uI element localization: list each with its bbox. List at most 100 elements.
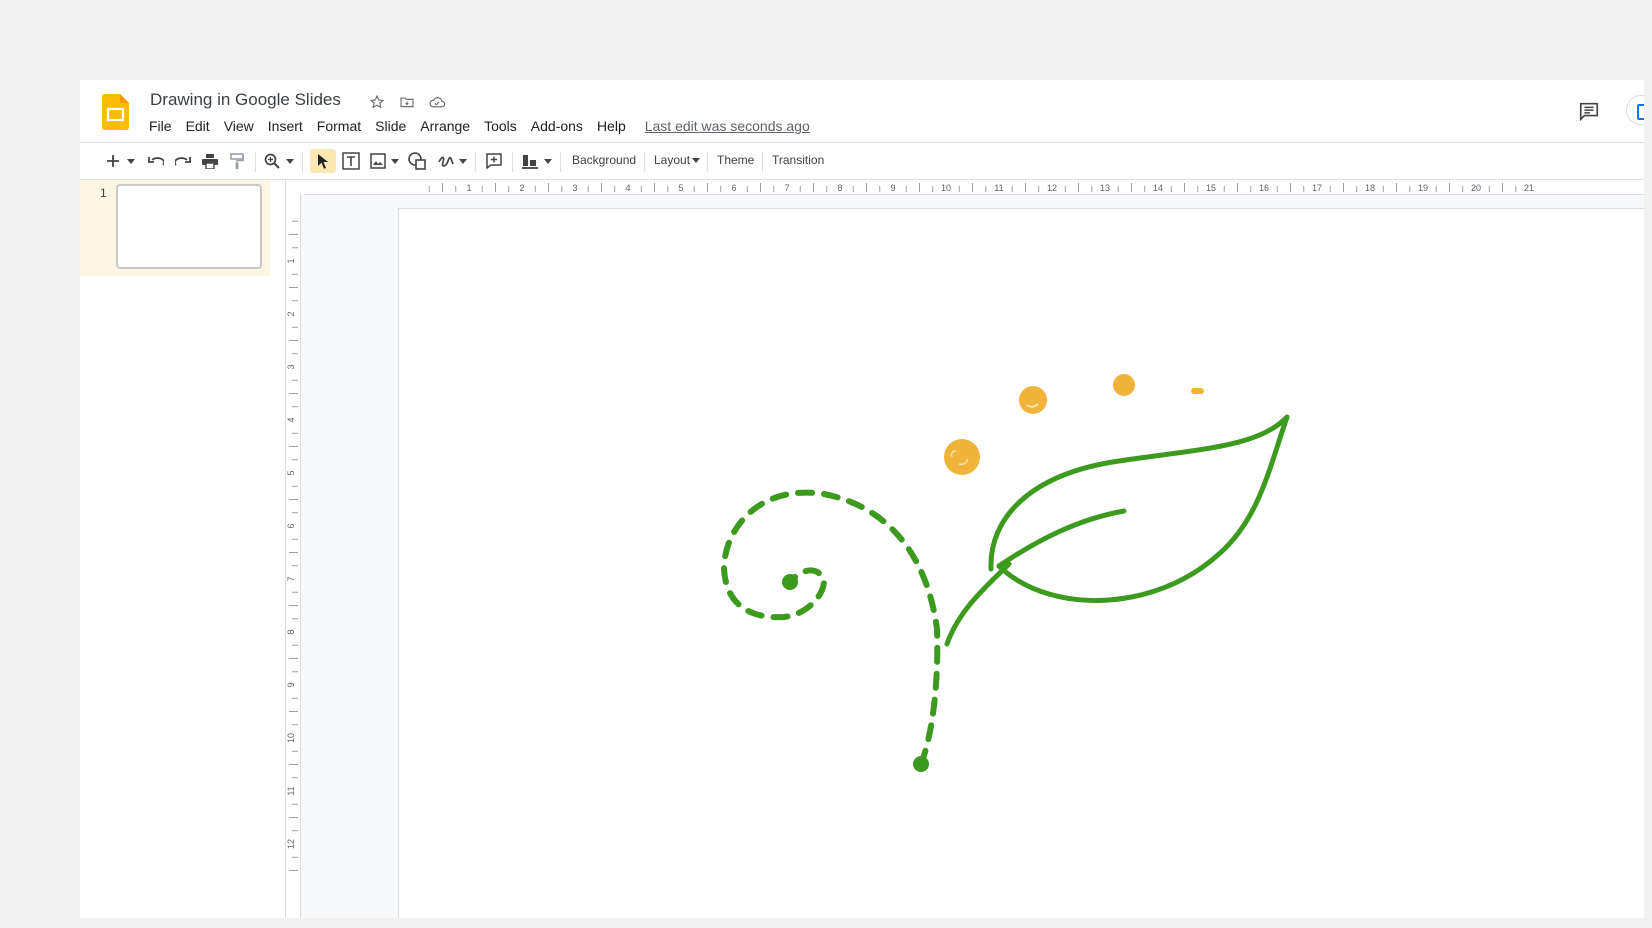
leaf-vein-drawing[interactable] [996, 508, 1127, 569]
paint-format-icon [230, 153, 244, 169]
text-box-icon [342, 152, 360, 170]
layout-button[interactable]: Layout [654, 153, 701, 167]
slide-filmstrip: 1 [80, 180, 286, 918]
ruler-label: 16 [1259, 183, 1269, 193]
menu-arrange[interactable]: Arrange [413, 116, 477, 136]
layout-label: Layout [654, 153, 691, 167]
ruler-label: 6 [286, 523, 296, 528]
vertical-ruler[interactable]: 123456789101112 [286, 194, 301, 918]
menu-insert[interactable]: Insert [261, 116, 310, 136]
ruler-label: 1 [466, 183, 471, 193]
menu-bar: File Edit View Insert Format Slide Arran… [142, 116, 810, 136]
undo-button[interactable] [144, 149, 168, 173]
select-tool-button[interactable] [310, 149, 336, 173]
zoom-dropdown[interactable] [284, 149, 296, 173]
ruler-label: 13 [1100, 183, 1110, 193]
ruler-label: 9 [286, 682, 296, 687]
menu-file[interactable]: File [142, 116, 179, 136]
menu-view[interactable]: View [217, 116, 261, 136]
ruler-label: 1 [286, 258, 296, 263]
dashed-vine-drawing[interactable] [720, 489, 941, 767]
redo-button[interactable] [171, 149, 195, 173]
orange-dot-1[interactable] [944, 439, 980, 475]
theme-button[interactable]: Theme [717, 153, 754, 167]
comments-button[interactable] [1576, 98, 1602, 124]
orange-dash[interactable] [1191, 388, 1204, 394]
select-cursor-icon [318, 154, 328, 169]
slides-logo-icon[interactable] [102, 94, 129, 130]
filmstrip-selected-item[interactable]: 1 [80, 180, 270, 276]
ruler-label: 4 [625, 183, 630, 193]
undo-icon [148, 157, 164, 166]
align-button[interactable] [518, 149, 542, 173]
slide-thumbnail[interactable] [116, 184, 262, 269]
menu-edit[interactable]: Edit [179, 116, 217, 136]
ruler-label: 7 [286, 576, 296, 581]
menu-slide[interactable]: Slide [368, 116, 413, 136]
chevron-down-icon [391, 158, 399, 164]
zoom-button[interactable] [261, 149, 283, 173]
align-icon [522, 155, 538, 169]
plus-icon [107, 155, 119, 167]
document-title[interactable]: Drawing in Google Slides [150, 90, 341, 110]
transition-button[interactable]: Transition [772, 153, 824, 167]
shape-button[interactable] [405, 149, 429, 173]
comment-history-icon [1579, 102, 1599, 122]
paint-format-button[interactable] [225, 149, 249, 173]
orange-dot-3[interactable] [1113, 374, 1135, 396]
ruler-label: 3 [286, 364, 296, 369]
chevron-down-icon [692, 158, 701, 164]
menu-add-ons[interactable]: Add-ons [524, 116, 590, 136]
ruler-label: 14 [1153, 183, 1163, 193]
ruler-label: 12 [286, 839, 296, 849]
slides-app-window: Drawing in Google Slides File Edit View … [80, 80, 1644, 918]
chevron-down-icon [286, 158, 294, 164]
slide-number: 1 [100, 186, 107, 200]
print-button[interactable] [198, 149, 222, 173]
new-slide-dropdown[interactable] [124, 149, 138, 173]
add-comment-button[interactable] [482, 149, 506, 173]
cloud-status-icon[interactable] [426, 91, 448, 113]
ruler-label: 10 [941, 183, 951, 193]
vine-base-dot[interactable] [913, 756, 929, 772]
ruler-label: 8 [837, 183, 842, 193]
star-icon[interactable] [366, 91, 388, 113]
ruler-label: 18 [1365, 183, 1375, 193]
present-button-edge[interactable] [1626, 95, 1644, 125]
insert-image-dropdown[interactable] [389, 149, 401, 173]
leaf-drawing[interactable] [988, 414, 1290, 604]
new-slide-button[interactable] [102, 149, 124, 173]
ruler-label: 5 [678, 183, 683, 193]
vine-end-dot[interactable] [782, 574, 798, 590]
orange-dot-2[interactable] [1019, 386, 1047, 414]
insert-image-button[interactable] [367, 149, 389, 173]
ruler-label: 8 [286, 629, 296, 634]
horizontal-ruler[interactable]: 1 2 3 4 5 6 7 8 9 10 11 12 13 14 15 16 17 18 19 20 21 [304, 180, 1644, 195]
slide-canvas[interactable] [398, 208, 1644, 918]
menu-tools[interactable]: Tools [477, 116, 524, 136]
leaf-stem-drawing[interactable] [944, 561, 1012, 647]
ruler-label: 20 [1471, 183, 1481, 193]
chevron-down-icon [127, 158, 135, 164]
line-tool-button[interactable] [435, 149, 457, 173]
zoom-icon [264, 153, 280, 169]
background-button[interactable]: Background [572, 153, 636, 167]
image-icon [370, 153, 386, 169]
ruler-label: 21 [1524, 183, 1534, 193]
menu-help[interactable]: Help [590, 116, 633, 136]
ruler-label: 9 [890, 183, 895, 193]
print-icon [202, 153, 218, 169]
line-tool-dropdown[interactable] [457, 149, 469, 173]
last-edit-link[interactable]: Last edit was seconds ago [645, 118, 810, 134]
ruler-label: 17 [1312, 183, 1322, 193]
ruler-label: 2 [519, 183, 524, 193]
text-box-button[interactable] [338, 149, 364, 173]
chevron-down-icon [544, 158, 552, 164]
ruler-label: 4 [286, 417, 296, 422]
align-dropdown[interactable] [542, 149, 554, 173]
menu-format[interactable]: Format [310, 116, 368, 136]
ruler-label: 3 [572, 183, 577, 193]
ruler-label: 2 [286, 311, 296, 316]
move-folder-icon[interactable] [396, 91, 418, 113]
shape-icon [408, 152, 426, 170]
